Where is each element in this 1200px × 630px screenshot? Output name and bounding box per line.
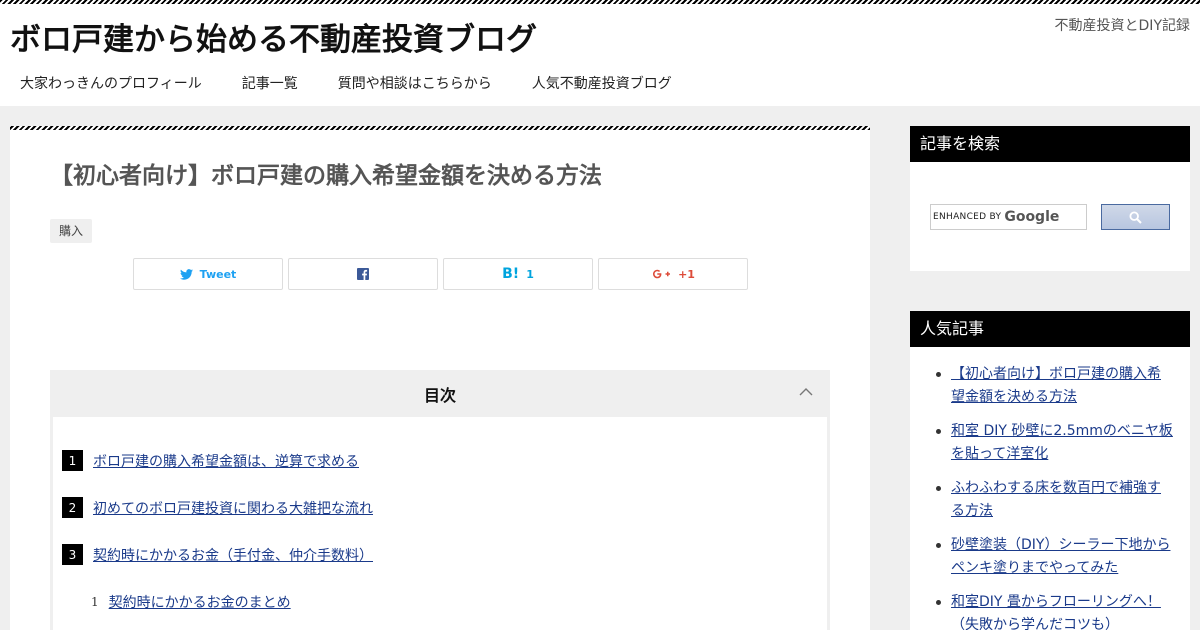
toc-item-link[interactable]: 契約時にかかるお金（手付金、仲介手数料）: [93, 545, 373, 565]
popular-list: 【初心者向け】ボロ戸建の購入希望金額を決める方法 和室 DIY 砂壁に2.5mm…: [933, 363, 1173, 630]
search-button[interactable]: [1101, 204, 1170, 230]
site-header: ボロ戸建から始める不動産投資ブログ 不動産投資とDIY記録 大家わっきんのプロフ…: [0, 0, 1200, 106]
site-title[interactable]: ボロ戸建から始める不動産投資ブログ: [10, 14, 537, 59]
gplus-button[interactable]: +1: [598, 258, 748, 290]
toc-sub-item[interactable]: 1 契約時にかかるお金のまとめ: [91, 592, 291, 612]
toc-sub-number: 1: [91, 595, 99, 609]
hatena-count: 1: [526, 267, 534, 281]
nav-item-ranking[interactable]: 人気不動産投資ブログ: [512, 73, 692, 93]
nav-item-contact[interactable]: 質問や相談はこちらから: [318, 73, 512, 93]
tweet-button[interactable]: Tweet: [133, 258, 283, 290]
share-buttons: Tweet B! 1 +1: [133, 258, 748, 290]
search-icon: [1129, 210, 1142, 224]
global-nav: 大家わっきんのプロフィール 記事一覧 質問や相談はこちらから 人気不動産投資ブロ…: [0, 73, 692, 93]
header-stripe: [0, 0, 1200, 4]
content-stripe: [10, 126, 870, 130]
toc-sub-link[interactable]: 契約時にかかるお金のまとめ: [109, 592, 291, 612]
list-item: 和室DIY 畳からフローリングへ！（失敗から学んだコツも）: [933, 591, 1173, 630]
list-item: 【初心者向け】ボロ戸建の購入希望金額を決める方法: [933, 363, 1173, 409]
google-plus-icon: [653, 269, 671, 279]
gplus-label: +1: [678, 267, 695, 281]
main-content: 【初心者向け】ボロ戸建の購入希望金額を決める方法 購入 Tweet B! 1 +…: [10, 126, 870, 630]
toc-item-link[interactable]: ボロ戸建の購入希望金額は、逆算で求める: [93, 451, 359, 471]
search-widget: 記事を検索 ENHANCED BY Google: [910, 126, 1190, 271]
list-item: ふわふわする床を数百円で補強する方法: [933, 477, 1173, 523]
hatena-bookmark-button[interactable]: B! 1: [443, 258, 593, 290]
tweet-label: Tweet: [199, 267, 237, 281]
popular-link[interactable]: 和室 DIY 砂壁に2.5mmのベニヤ板を貼って洋室化: [951, 423, 1173, 462]
google-logo: Google: [1004, 209, 1060, 225]
toc-item-link[interactable]: 初めてのボロ戸建投資に関わる大雑把な流れ: [93, 498, 373, 518]
popular-link[interactable]: 砂壁塗装（DIY）シーラー下地からペンキ塗りまでやってみた: [951, 537, 1170, 576]
popular-widget: 人気記事 【初心者向け】ボロ戸建の購入希望金額を決める方法 和室 DIY 砂壁に…: [910, 311, 1190, 630]
chevron-up-icon[interactable]: [798, 384, 814, 400]
table-of-contents: 目次 1 ボロ戸建の購入希望金額は、逆算で求める 2 初めてのボロ戸建投資に関わ…: [50, 370, 830, 630]
category-badge[interactable]: 購入: [50, 219, 93, 243]
search-widget-title: 記事を検索: [910, 126, 1190, 162]
twitter-icon: [179, 268, 193, 280]
popular-link[interactable]: 和室DIY 畳からフローリングへ！（失敗から学んだコツも）: [951, 594, 1161, 630]
toc-title: 目次: [423, 386, 456, 405]
site-description: 不動産投資とDIY記録: [1054, 18, 1190, 34]
toc-header: 目次: [50, 370, 830, 418]
facebook-share-button[interactable]: [288, 258, 438, 290]
toc-item-number: 2: [62, 497, 83, 518]
nav-item-profile[interactable]: 大家わっきんのプロフィール: [0, 73, 222, 93]
toc-item[interactable]: 3 契約時にかかるお金（手付金、仲介手数料）: [62, 544, 373, 565]
list-item: 砂壁塗装（DIY）シーラー下地からペンキ塗りまでやってみた: [933, 534, 1173, 580]
post-title: 【初心者向け】ボロ戸建の購入希望金額を決める方法: [50, 163, 602, 189]
nav-item-articles[interactable]: 記事一覧: [222, 73, 318, 93]
facebook-icon: [357, 268, 369, 280]
toc-item-number: 1: [62, 450, 83, 471]
list-item: 和室 DIY 砂壁に2.5mmのベニヤ板を貼って洋室化: [933, 420, 1173, 466]
toc-item[interactable]: 1 ボロ戸建の購入希望金額は、逆算で求める: [62, 450, 359, 471]
toc-list: 1 ボロ戸建の購入希望金額は、逆算で求める 2 初めてのボロ戸建投資に関わる大雑…: [53, 417, 827, 630]
search-enhanced-label: ENHANCED BY: [933, 212, 1002, 222]
popular-link[interactable]: 【初心者向け】ボロ戸建の購入希望金額を決める方法: [951, 366, 1161, 405]
toc-item[interactable]: 2 初めてのボロ戸建投資に関わる大雑把な流れ: [62, 497, 373, 518]
popular-widget-title: 人気記事: [910, 311, 1190, 347]
toc-item-number: 3: [62, 544, 83, 565]
search-input[interactable]: ENHANCED BY Google: [930, 204, 1087, 230]
hatena-icon: B!: [502, 266, 520, 282]
popular-link[interactable]: ふわふわする床を数百円で補強する方法: [951, 480, 1161, 519]
